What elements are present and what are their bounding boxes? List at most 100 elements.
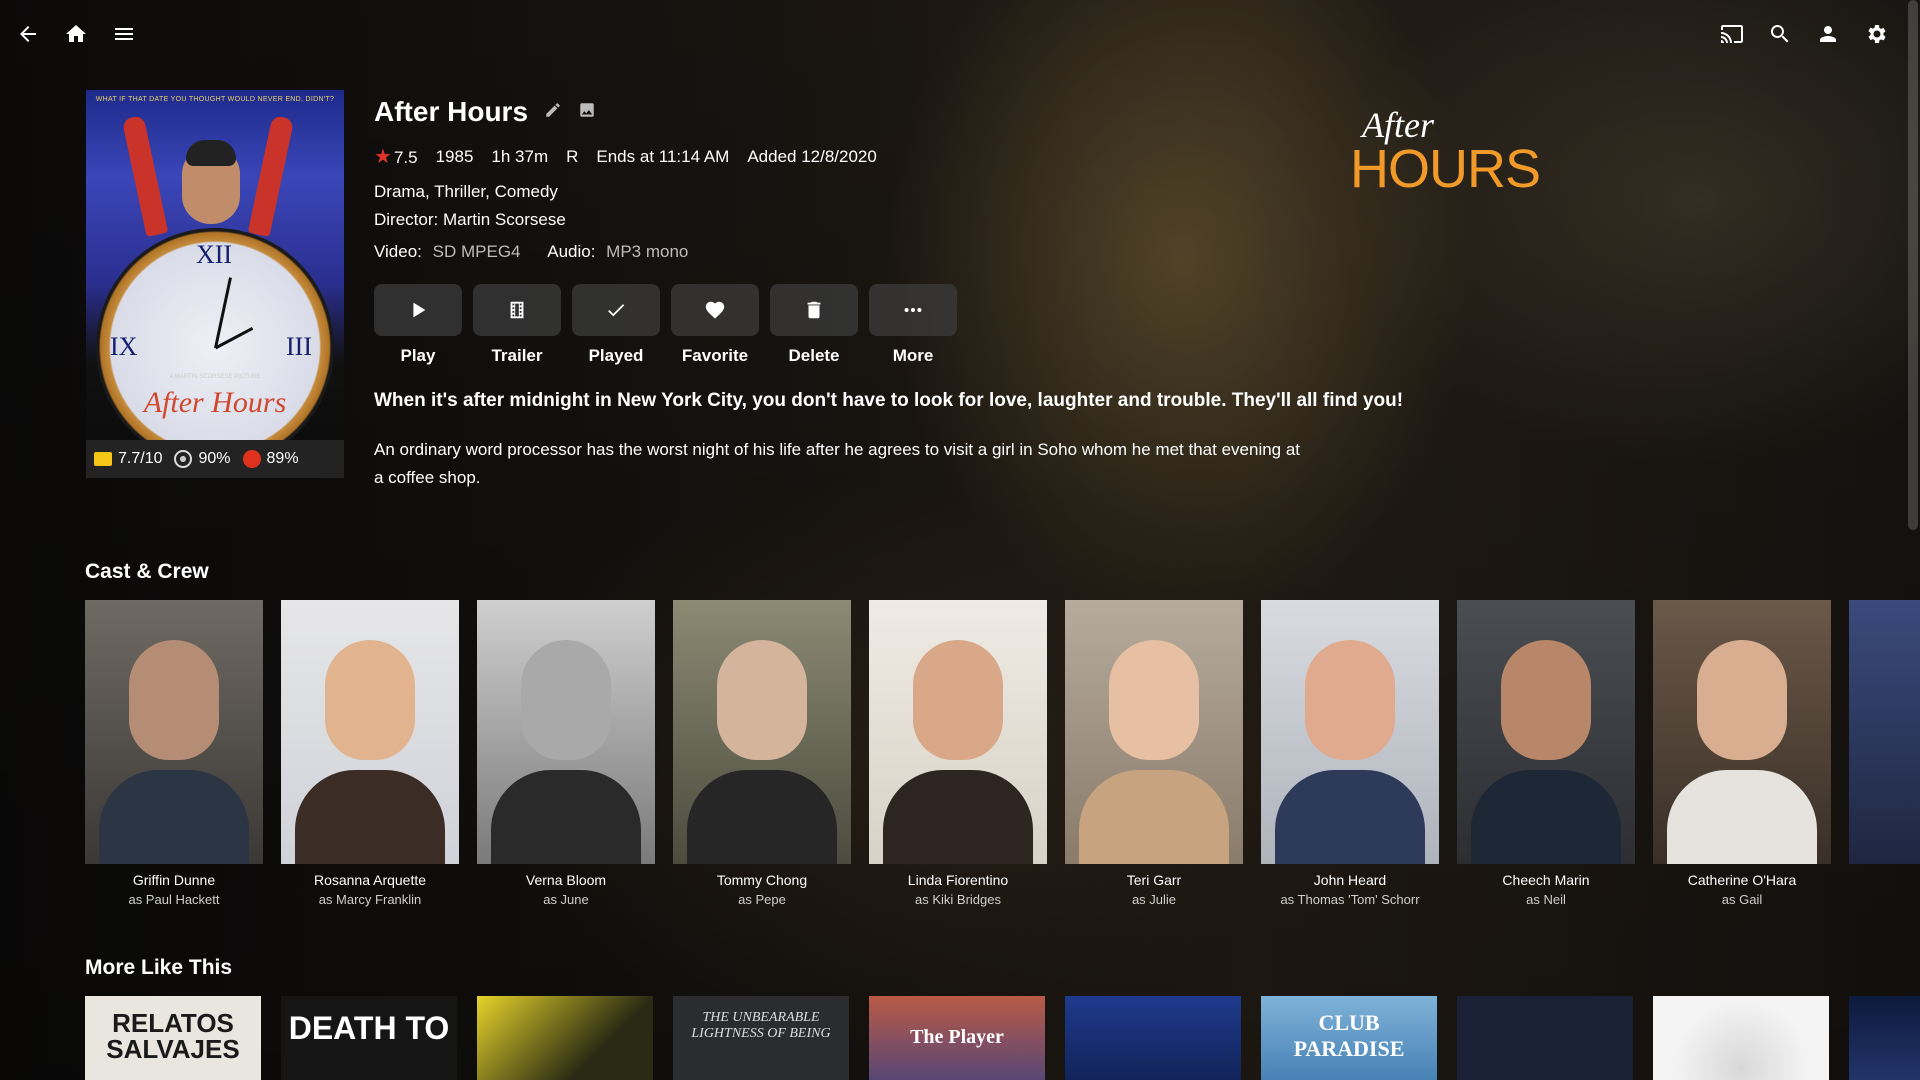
clock-numeral: III <box>286 332 312 361</box>
similar-item-title: CLUB PARADISE <box>1293 1010 1405 1061</box>
similar-item-title: THE UNBEARABLE LIGHTNESS OF BEING <box>691 1010 831 1041</box>
played-label: Played <box>588 346 644 365</box>
audio-label: Audio: <box>547 242 596 261</box>
clock-numeral: IX <box>110 332 138 361</box>
cast-head <box>913 640 1003 760</box>
menu-button[interactable] <box>104 14 144 54</box>
cast-head <box>129 640 219 760</box>
cast-card[interactable]: Rosanna Arquette as Marcy Franklin <box>281 600 459 907</box>
cast-role: as June <box>543 892 589 907</box>
cast-icon <box>1721 25 1743 43</box>
cast-name: Tommy Chong <box>716 872 808 888</box>
ratings-bar: 7.7/10 90% 89% <box>86 440 344 478</box>
video-label: Video: <box>374 242 422 261</box>
play-label: Play <box>400 346 436 365</box>
home-icon <box>66 25 86 42</box>
play-icon <box>413 302 426 318</box>
cast-card[interactable]: Cheech Marin as Neil <box>1457 600 1635 907</box>
imdb-rating-value: 7.7/10 <box>118 450 163 467</box>
favorite-button[interactable] <box>671 284 759 336</box>
play-button[interactable] <box>374 284 462 336</box>
cast-head <box>1109 640 1199 760</box>
delete-action: Delete <box>770 284 858 366</box>
cast-card[interactable] <box>1849 600 1920 864</box>
cast-body <box>491 770 641 864</box>
cast-list: Griffin Dunne as Paul Hackett Rosanna Ar… <box>85 600 1920 920</box>
cast-card[interactable]: Linda Fiorentino as Kiki Bridges <box>869 600 1047 907</box>
similar-item[interactable]: CLUB PARADISE <box>1261 996 1437 1080</box>
more-button[interactable] <box>869 284 957 336</box>
cast-card[interactable]: Tommy Chong as Pepe <box>673 600 851 907</box>
cast-photo <box>1849 600 1920 864</box>
ends-at: Ends at 11:14 AM <box>596 146 730 166</box>
similar-item[interactable] <box>1653 996 1829 1080</box>
year: 1985 <box>435 146 474 166</box>
cast-name: Cheech Marin <box>1502 872 1590 888</box>
trailer-action: Trailer <box>473 284 561 366</box>
cast-body <box>1667 770 1817 864</box>
similar-item[interactable] <box>477 996 653 1080</box>
media-info: Video: SD MPEG4 Audio: MP3 mono <box>374 242 688 262</box>
tomato-rating-value: 89% <box>266 450 299 467</box>
cast-photo <box>281 600 459 864</box>
similar-item[interactable]: THE UNBEARABLE LIGHTNESS OF BEING <box>673 996 849 1080</box>
gear-icon <box>1868 25 1886 43</box>
cast-photo <box>1261 600 1439 864</box>
cast-body <box>883 770 1033 864</box>
community-rating: ★ 7.5 <box>374 144 418 169</box>
similar-item[interactable] <box>1065 996 1241 1080</box>
tagline: When it's after midnight in New York Cit… <box>374 390 1404 411</box>
critic-rating: 90% <box>174 450 231 468</box>
cast-body <box>1275 770 1425 864</box>
similar-item[interactable] <box>1849 996 1920 1080</box>
heart-icon <box>705 301 725 319</box>
cast-body <box>687 770 837 864</box>
cast-role: as Gail <box>1721 892 1763 907</box>
cast-button[interactable] <box>1712 14 1752 54</box>
imdb-icon <box>94 452 112 466</box>
more-dots-icon <box>904 307 922 313</box>
settings-button[interactable] <box>1856 14 1896 54</box>
cast-body <box>1471 770 1621 864</box>
director: Director: Martin Scorsese <box>374 210 566 229</box>
trailer-button[interactable] <box>473 284 561 336</box>
cast-head <box>1697 640 1787 760</box>
more-label: More <box>892 346 934 365</box>
cast-body <box>99 770 249 864</box>
cast-photo <box>477 600 655 864</box>
similar-item[interactable]: The Player <box>869 996 1045 1080</box>
search-button[interactable] <box>1760 14 1800 54</box>
logo-hours-text: HOURS <box>1350 139 1541 199</box>
poster-hand-left <box>121 115 169 237</box>
cast-card[interactable]: Verna Bloom as June <box>477 600 655 907</box>
cast-card[interactable]: Griffin Dunne as Paul Hackett <box>85 600 263 907</box>
imdb-rating: 7.7/10 <box>94 450 162 468</box>
poster-tagline: WHAT IF THAT DATE YOU THOUGHT WOULD NEVE… <box>95 96 335 103</box>
cast-head <box>1305 640 1395 760</box>
played-button[interactable] <box>572 284 660 336</box>
cast-photo <box>1653 600 1831 864</box>
delete-button[interactable] <box>770 284 858 336</box>
top-bar <box>0 0 1920 68</box>
metadata-row: ★ 7.5 1985 1h 37m R Ends at 11:14 AM Adde… <box>374 144 877 169</box>
back-button[interactable] <box>8 14 48 54</box>
cast-head <box>325 640 415 760</box>
cast-card[interactable]: Teri Garr as Julie <box>1065 600 1243 907</box>
home-button[interactable] <box>56 14 96 54</box>
edit-images-button[interactable] <box>578 101 596 124</box>
user-button[interactable] <box>1808 14 1848 54</box>
cast-card[interactable]: Catherine O'Hara as Gail <box>1653 600 1831 907</box>
date-added: Added 12/8/2020 <box>747 146 877 166</box>
scroll-thumb[interactable] <box>1908 0 1918 530</box>
cast-photo <box>673 600 851 864</box>
movie-poster[interactable]: WHAT IF THAT DATE YOU THOUGHT WOULD NEVE… <box>86 90 344 440</box>
similar-item[interactable] <box>1457 996 1633 1080</box>
similar-item[interactable]: DEATH TO <box>281 996 457 1080</box>
cast-name: Catherine O'Hara <box>1687 872 1797 888</box>
cast-name: Griffin Dunne <box>132 872 216 888</box>
edit-metadata-button[interactable] <box>544 101 562 124</box>
poster-credit: A MARTIN SCORSESE PICTURE <box>169 374 261 380</box>
similar-item[interactable]: RELATOS SALVAJES <box>85 996 261 1080</box>
trailer-label: Trailer <box>491 346 543 365</box>
cast-card[interactable]: John Heard as Thomas 'Tom' Schorr <box>1261 600 1439 907</box>
